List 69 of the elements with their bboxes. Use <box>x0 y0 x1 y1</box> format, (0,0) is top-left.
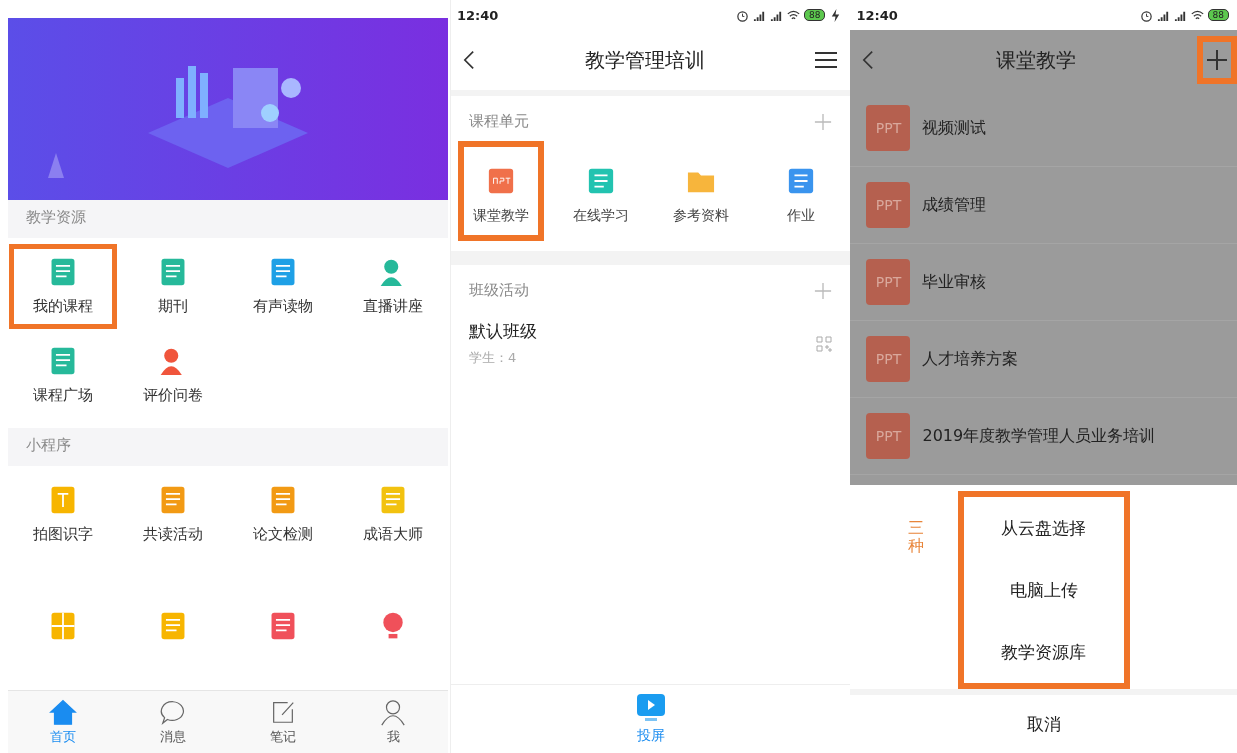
student-count: 学生：4 <box>469 349 518 367</box>
page-title: 课堂教学 <box>995 46 1076 74</box>
section-header: 课程单元 <box>469 112 529 131</box>
menu-button[interactable] <box>814 50 839 70</box>
file-name: 毕业审核 <box>922 271 987 293</box>
app-item[interactable]: 评价问卷 <box>119 333 227 418</box>
sheet-option[interactable]: 教学资源库 <box>963 621 1124 683</box>
unit-item[interactable]: 参考资料 <box>657 141 744 241</box>
battery-level: 88 <box>804 9 826 21</box>
file-name: 成绩管理 <box>922 194 987 216</box>
file-name: 人才培养方案 <box>922 348 1019 370</box>
file-type-badge: PPT <box>866 336 911 382</box>
file-type-badge: PPT <box>866 259 911 305</box>
status-time: 12:40 <box>457 7 499 23</box>
cancel-button[interactable]: 取消 <box>850 695 1237 753</box>
unit-item[interactable]: 课堂教学 <box>457 141 544 241</box>
file-type-badge: PPT <box>866 105 911 151</box>
app-item[interactable]: 我的课程 <box>9 244 117 329</box>
menu-icon <box>814 50 839 70</box>
app-item[interactable]: 拍图识字 <box>9 472 117 594</box>
tab[interactable]: 我 <box>338 691 448 753</box>
page-title: 教学管理培训 <box>584 46 705 74</box>
file-row[interactable]: PPT 成绩管理 <box>850 167 1237 244</box>
wifi-icon <box>1190 8 1204 22</box>
play-screen-icon <box>635 693 666 723</box>
app-item[interactable]: 成语大师 <box>339 472 447 594</box>
annotation-text: 三种 <box>908 519 925 555</box>
list-icon <box>586 167 615 195</box>
file-row[interactable]: PPT 毕业审核 <box>850 244 1237 321</box>
chevron-left-icon <box>463 50 475 70</box>
file-name: 2019年度教学管理人员业务培训 <box>922 425 1156 447</box>
app-item[interactable]: 课程广场 <box>9 333 117 418</box>
file-type-badge: PPT <box>866 182 911 228</box>
app-item[interactable]: 直播讲座 <box>339 244 447 329</box>
ppt-file-icon <box>486 167 515 195</box>
app-item[interactable]: 论文检测 <box>229 472 337 594</box>
file-type-badge: PPT <box>866 413 911 459</box>
file-name: 视频测试 <box>922 117 987 139</box>
app-item[interactable]: 共读活动 <box>119 472 227 594</box>
app-item[interactable]: 有声读物 <box>229 244 337 329</box>
file-row[interactable]: PPT 视频测试 <box>850 90 1237 167</box>
sheet-option[interactable]: 从云盘选择 <box>963 497 1124 559</box>
alarm-icon <box>736 8 750 22</box>
file-row[interactable]: PPT 人才培养方案 <box>850 321 1237 398</box>
section-header: 班级活动 <box>469 281 529 300</box>
file-row[interactable]: PPT 2019年度教学管理人员业务培训 <box>850 398 1237 475</box>
wifi-icon <box>787 8 801 22</box>
alarm-icon <box>1139 8 1153 22</box>
qr-code-icon[interactable] <box>816 335 833 352</box>
add-button[interactable] <box>1197 36 1237 84</box>
unit-item[interactable]: 在线学习 <box>557 141 644 241</box>
tab[interactable]: 消息 <box>118 691 228 753</box>
app-item[interactable]: 期刊 <box>119 244 227 329</box>
chevron-left-icon <box>862 50 875 70</box>
home-icon <box>49 698 77 726</box>
edit-document-icon <box>786 167 815 195</box>
section-header: 小程序 <box>8 428 448 466</box>
person-icon <box>379 698 407 726</box>
class-name: 默认班级 <box>469 320 537 343</box>
chat-bubble-icon <box>159 698 187 726</box>
battery-level: 88 <box>1207 9 1229 21</box>
back-button[interactable] <box>463 50 475 70</box>
unit-item[interactable]: 作业 <box>757 141 844 241</box>
sheet-option[interactable]: 电脑上传 <box>963 559 1124 621</box>
add-icon <box>1206 49 1228 71</box>
screen-cast-button[interactable]: 投屏 <box>635 693 666 745</box>
status-time: 12:40 <box>856 7 898 23</box>
section-header: 教学资源 <box>8 200 448 238</box>
tab[interactable]: 笔记 <box>228 691 338 753</box>
